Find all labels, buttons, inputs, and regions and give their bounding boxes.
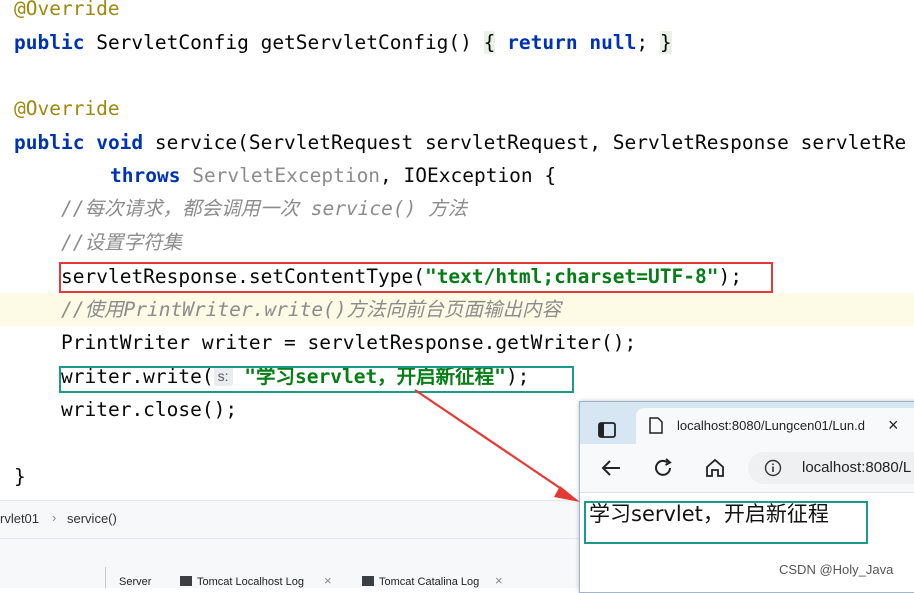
watermark: CSDN @Holy_Java [779, 562, 894, 577]
red-arrow [414, 389, 580, 502]
